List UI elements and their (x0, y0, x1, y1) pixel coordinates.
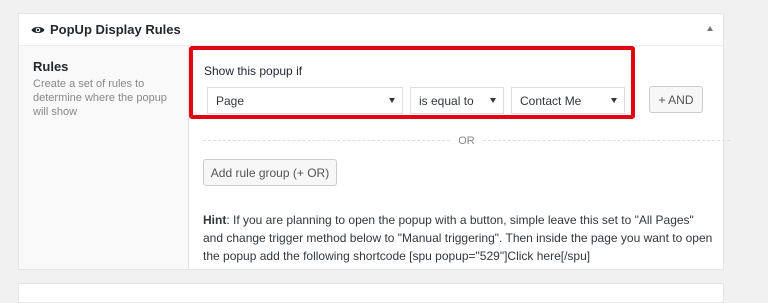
or-divider: OR (203, 134, 730, 148)
operator-select-value: is equal to (419, 93, 474, 108)
operator-select[interactable]: is equal to (410, 87, 504, 114)
hint-text: Hint: If you are planning to open the po… (203, 211, 713, 265)
metabox-header[interactable]: PopUp Display Rules (19, 14, 723, 46)
rule-group-title: Show this popup if (204, 64, 303, 78)
chevron-down-icon (490, 98, 496, 103)
popup-display-rules-metabox: PopUp Display Rules Rules Create a set o… (18, 13, 730, 270)
add-rule-group-button[interactable]: Add rule group (+ OR) (203, 159, 337, 186)
arrow-up-icon[interactable] (707, 26, 713, 31)
hint-label: Hint (203, 213, 227, 227)
param-select[interactable]: Page (207, 87, 403, 114)
or-label: OR (458, 135, 475, 147)
metabox-title: PopUp Display Rules (50, 22, 181, 37)
next-metabox (18, 283, 724, 303)
rules-content: Show this popup if Page is equal to Cont… (189, 46, 730, 269)
param-select-value: Page (216, 93, 245, 108)
chevron-down-icon (389, 98, 395, 103)
chevron-down-icon (611, 98, 617, 103)
rules-label-column: Rules Create a set of rules to determine… (19, 46, 189, 269)
value-select-value: Contact Me (520, 93, 582, 108)
value-select[interactable]: Contact Me (511, 87, 625, 114)
rules-description: Create a set of rules to determine where… (33, 78, 167, 118)
or-divider-line-right (483, 140, 730, 141)
hint-body: : If you are planning to open the popup … (203, 213, 713, 263)
add-and-rule-button[interactable]: + AND (649, 86, 703, 113)
rules-label: Rules (33, 59, 69, 74)
eye-icon (31, 25, 45, 35)
